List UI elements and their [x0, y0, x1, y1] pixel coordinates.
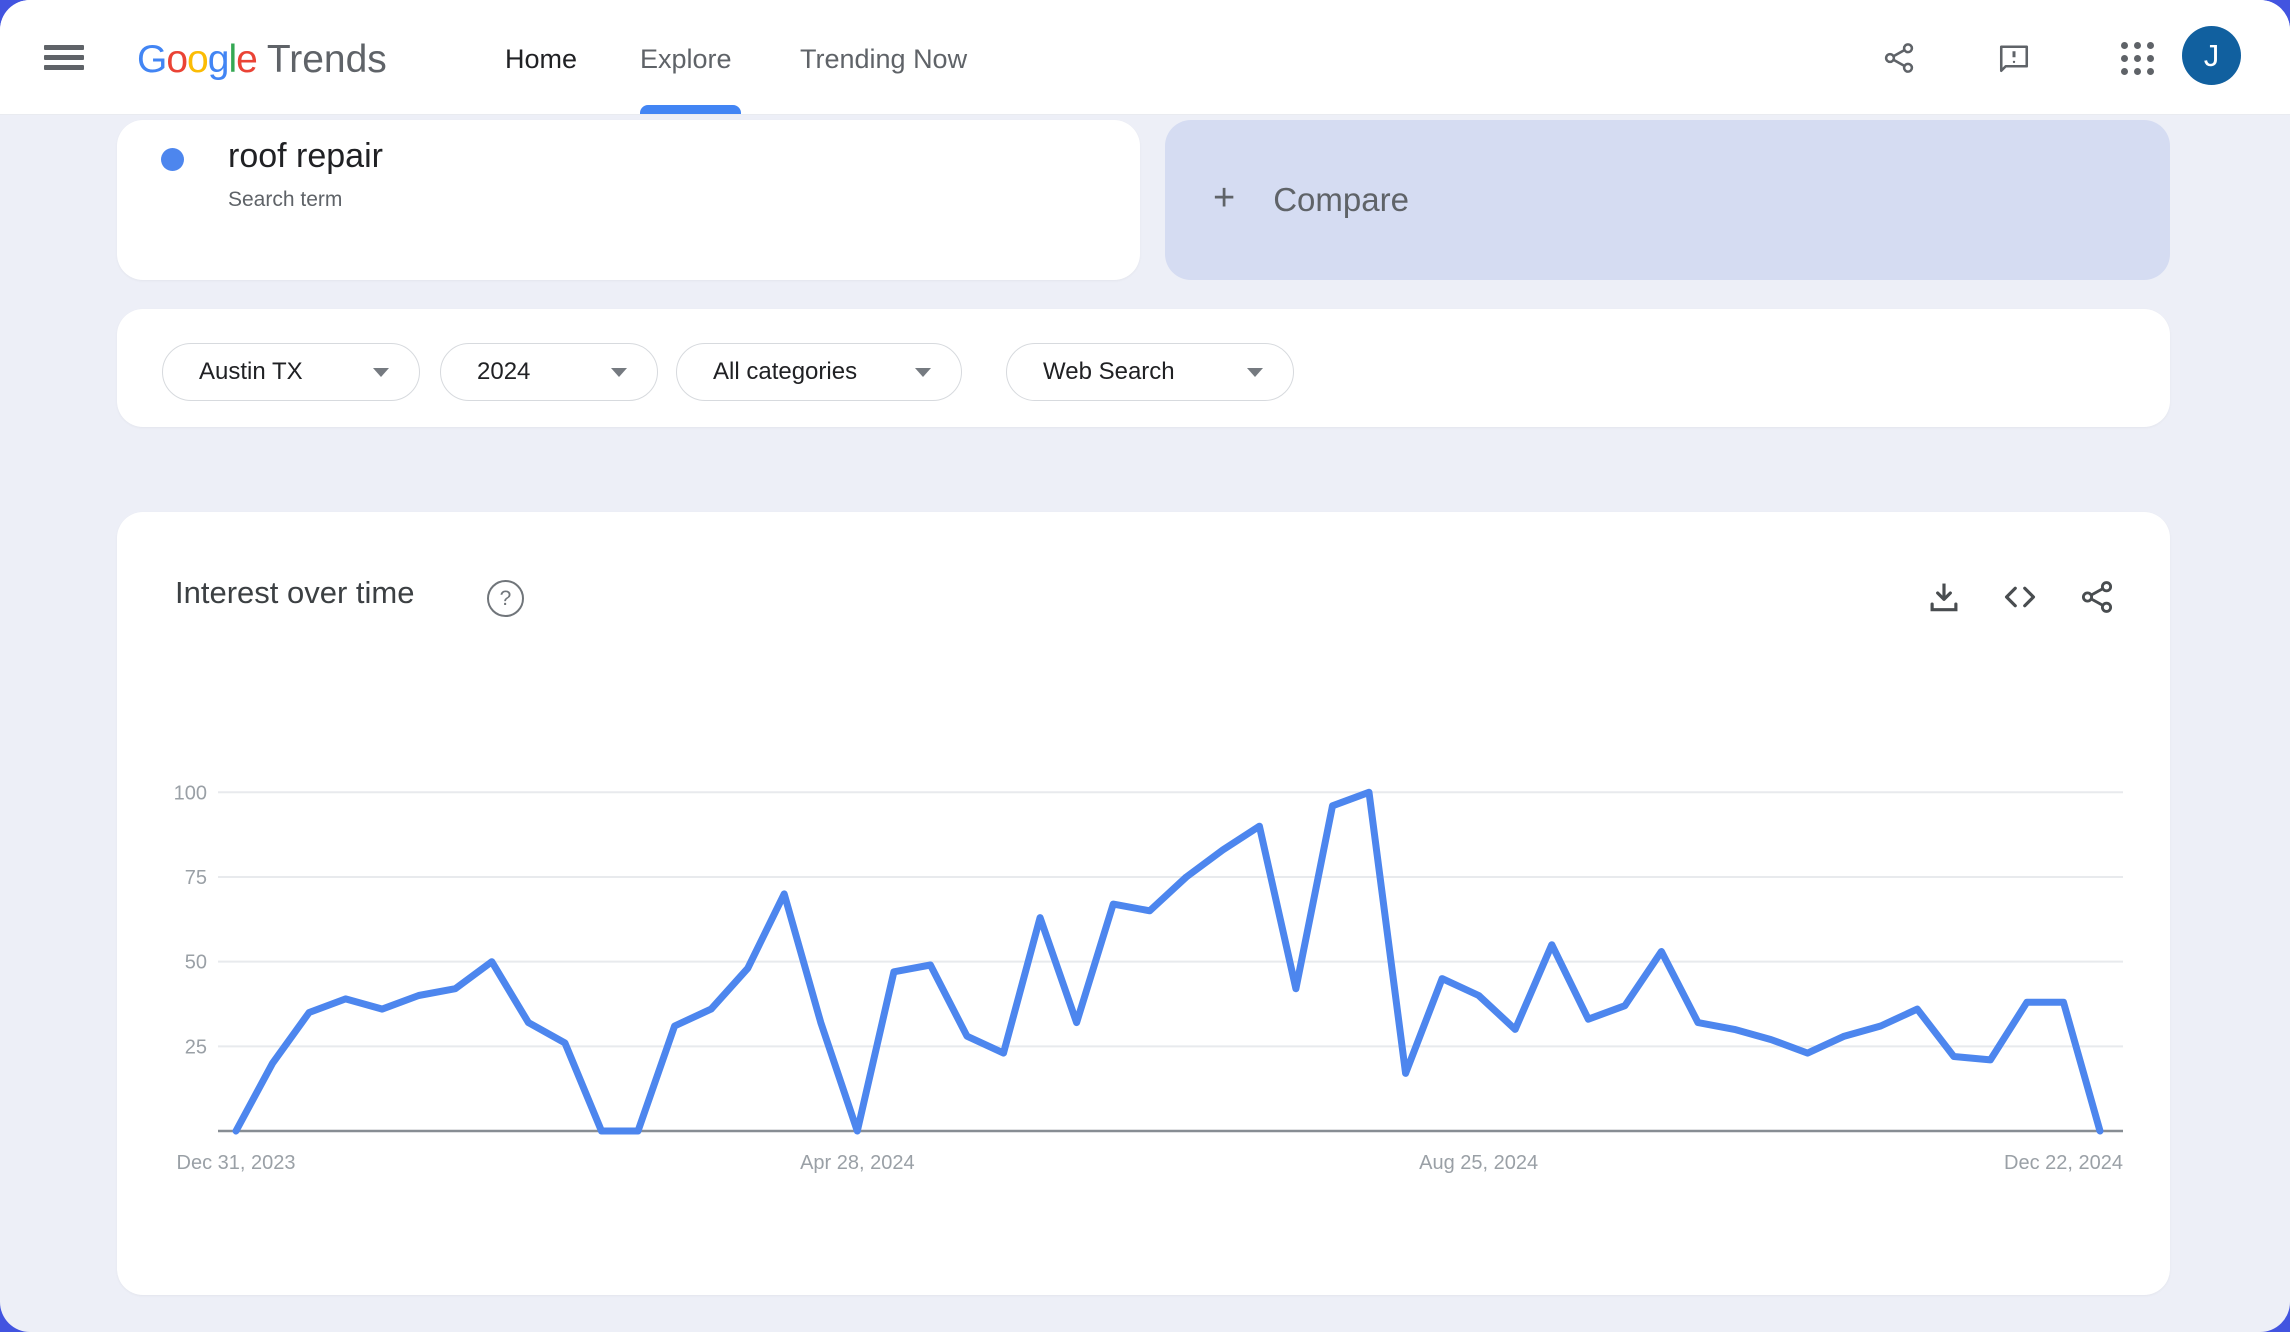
account-avatar[interactable]: J	[2182, 26, 2241, 85]
embed-code-icon[interactable]	[2001, 578, 2039, 616]
interest-over-time-chart[interactable]: 25 50 75 100 Dec 31, 2023 Apr 28, 2024 Aug 25,…	[117, 742, 2170, 1192]
search-term-text: roof repair	[228, 137, 383, 176]
chevron-down-icon	[1247, 368, 1263, 377]
nav-tab-home[interactable]: Home	[505, 44, 577, 75]
active-tab-underline	[640, 105, 741, 114]
filter-search-type-value: Web Search	[1043, 358, 1175, 386]
google-trends-logo[interactable]: Google Trends	[137, 38, 387, 82]
share-icon[interactable]	[1881, 40, 1917, 76]
filter-time-dropdown[interactable]: 2024	[440, 343, 658, 401]
filter-geo-dropdown[interactable]: Austin TX	[162, 343, 420, 401]
y-axis-tick-label: 75	[185, 867, 207, 889]
chart-title: Interest over time	[175, 575, 414, 611]
nav-tab-trending-now[interactable]: Trending Now	[800, 44, 967, 75]
filter-bar: Austin TX 2024 All categories Web Search	[117, 309, 2170, 427]
logo-trends-word: Trends	[267, 38, 387, 82]
x-axis-tick-label: Dec 22, 2024	[2004, 1152, 2123, 1174]
y-axis-tick-label: 25	[185, 1036, 207, 1058]
x-axis-tick-label: Dec 31, 2023	[177, 1152, 296, 1174]
top-nav: Google Trends Home Explore Trending Now …	[0, 0, 2290, 115]
help-question-mark: ?	[500, 587, 512, 611]
y-axis-tick-label: 100	[174, 782, 207, 804]
download-icon[interactable]	[1925, 578, 1963, 616]
chevron-down-icon	[611, 368, 627, 377]
google-trends-page: Google Trends Home Explore Trending Now …	[0, 0, 2290, 1332]
filter-search-type-dropdown[interactable]: Web Search	[1006, 343, 1294, 401]
series-color-dot	[161, 148, 184, 171]
help-icon[interactable]: ?	[487, 580, 524, 617]
x-axis-tick-label: Apr 28, 2024	[800, 1152, 915, 1174]
plus-icon: +	[1213, 177, 1235, 220]
nav-tab-explore[interactable]: Explore	[640, 44, 732, 75]
compare-label: Compare	[1273, 181, 1409, 219]
x-axis-tick-label: Aug 25, 2024	[1419, 1152, 1538, 1174]
feedback-icon[interactable]	[1996, 40, 2032, 76]
share-chart-icon[interactable]	[2078, 578, 2116, 616]
filter-time-value: 2024	[477, 358, 530, 386]
interest-over-time-card: Interest over time ? 25 50 75 100 Dec 31, 20…	[117, 512, 2170, 1295]
filter-geo-value: Austin TX	[199, 358, 303, 386]
avatar-initial: J	[2204, 38, 2220, 74]
search-term-type: Search term	[228, 188, 342, 212]
chevron-down-icon	[373, 368, 389, 377]
filter-category-value: All categories	[713, 358, 857, 386]
google-apps-icon[interactable]	[2121, 42, 2155, 76]
add-comparison-card[interactable]: + Compare	[1165, 120, 2170, 280]
y-axis-tick-label: 50	[185, 952, 207, 974]
chevron-down-icon	[915, 368, 931, 377]
logo-google-word: Google	[137, 38, 257, 82]
menu-icon[interactable]	[44, 45, 84, 71]
filter-category-dropdown[interactable]: All categories	[676, 343, 962, 401]
search-term-card[interactable]: roof repair Search term	[117, 120, 1140, 280]
